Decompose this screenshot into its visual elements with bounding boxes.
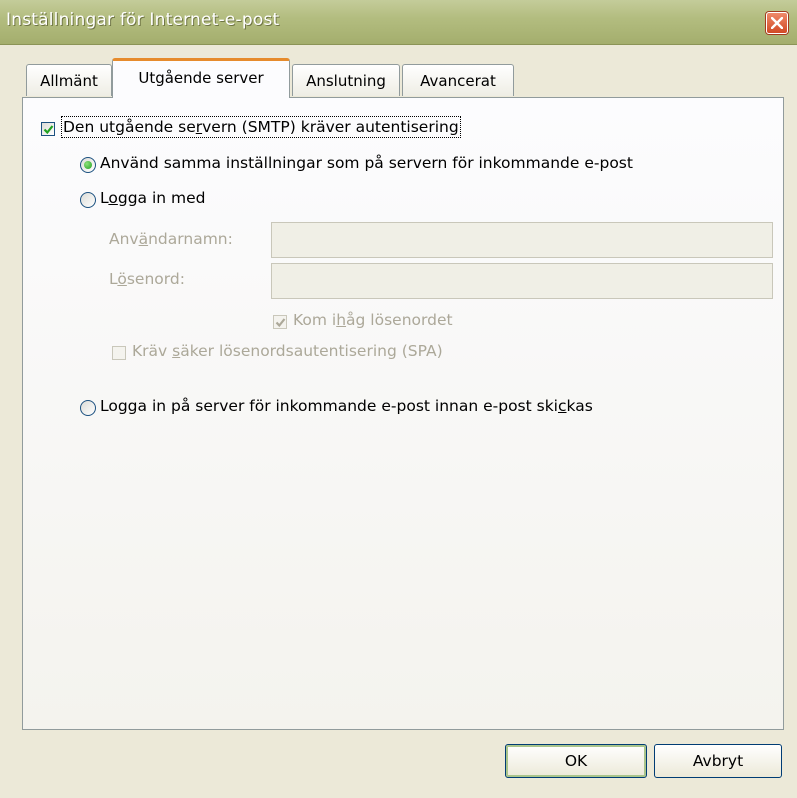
dialog-title: Inställningar för Internet-e-post [6,10,280,30]
smtp-auth-checkbox[interactable] [41,122,55,136]
remember-password-label: Kom ihåg lösenordet [293,311,453,329]
tab-label: Avancerat [420,72,496,90]
password-field[interactable] [271,263,773,299]
log-in-with-label: Logga in med [100,189,206,207]
tab-label: Allmänt [40,72,98,90]
internet-email-settings-dialog: Inställningar för Internet-e-post Allmän… [0,0,797,798]
same-settings-radio[interactable] [80,157,96,173]
close-icon [771,17,783,29]
same-settings-label: Använd samma inställningar som på server… [100,154,633,172]
tab-label: Anslutning [306,72,386,90]
title-bar[interactable]: Inställningar för Internet-e-post [0,0,797,45]
spa-label: Kräv säker lösenordsautentisering (SPA) [132,342,443,360]
tab-avancerat[interactable]: Avancerat [402,64,514,96]
remember-password-checkbox[interactable] [273,315,287,329]
radio-selected-dot [84,161,92,169]
cancel-button[interactable]: Avbryt [654,744,782,778]
close-button[interactable] [766,12,788,34]
username-label: Användarnamn: [109,230,233,248]
checkmark-icon [275,318,286,328]
password-label: Lösenord: [109,270,185,288]
smtp-auth-label[interactable]: Den utgående servern (SMTP) kräver auten… [61,116,461,138]
tab-panel-outgoing-server: Den utgående servern (SMTP) kräver auten… [22,97,784,730]
log-in-incoming-first-radio[interactable] [80,400,96,416]
tab-anslutning[interactable]: Anslutning [292,64,400,96]
spa-checkbox[interactable] [112,346,126,360]
tab-utgaende-server[interactable]: Utgående server [112,58,290,98]
checkmark-icon [43,125,54,135]
tab-label: Utgående server [138,69,264,87]
ok-button-label: OK [564,752,588,770]
log-in-with-radio[interactable] [80,192,96,208]
log-in-incoming-first-label: Logga in på server för inkommande e-post… [100,397,593,415]
cancel-button-label: Avbryt [692,752,744,770]
tab-allmant[interactable]: Allmänt [26,64,112,96]
username-field[interactable] [271,222,773,258]
ok-button[interactable]: OK [505,744,647,778]
